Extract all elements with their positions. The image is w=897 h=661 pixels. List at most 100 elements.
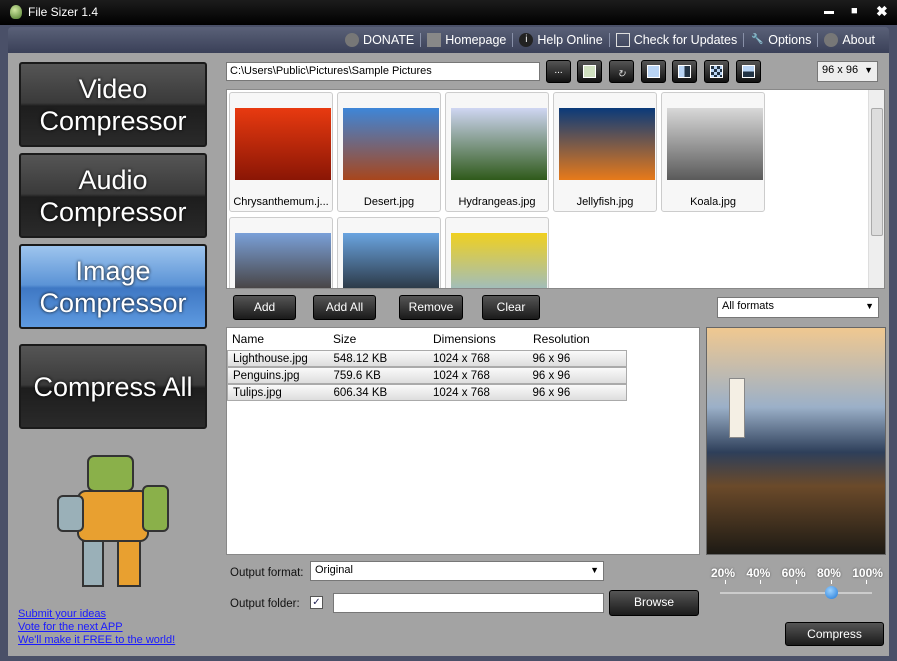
column-dimensions[interactable]: Dimensions: [428, 332, 528, 346]
table-cell: 548.12 KB: [333, 352, 388, 365]
thumbnail-item[interactable]: Koala.jpg: [661, 92, 765, 212]
chevron-down-icon: ▼: [865, 301, 874, 311]
output-format-select[interactable]: Original ▼: [310, 561, 604, 581]
view-large-icon[interactable]: [641, 60, 666, 83]
menu-label: Homepage: [445, 33, 507, 47]
close-button[interactable]: ✖: [876, 3, 888, 20]
table-row[interactable]: Tulips.jpg 606.34 KB 1024 x 768 96 x 96: [227, 384, 627, 401]
menu-label: Options: [768, 33, 812, 47]
thumbnail-size-value: 96 x 96: [822, 64, 859, 76]
thumbnail-size-select[interactable]: 96 x 96 ▼: [817, 61, 878, 82]
thumbnail-scrollbar[interactable]: [868, 90, 884, 288]
view-grid-icon[interactable]: [704, 60, 729, 83]
thumbnail-caption: Hydrangeas.jpg: [458, 196, 536, 208]
compress-all-button[interactable]: Compress All: [19, 344, 207, 429]
thumbnail-item[interactable]: Tulips.jpg: [445, 217, 549, 288]
title-bar: File Sizer 1.4 ▬ ■ ✖: [0, 0, 897, 25]
thumbnail-item[interactable]: Penguins.jpg: [337, 217, 441, 288]
column-resolution[interactable]: Resolution: [528, 332, 627, 346]
thumbnail-item[interactable]: Chrysanthemum.j...: [229, 92, 333, 212]
table-cell: 96 x 96: [532, 352, 571, 365]
thumbnail-grid: Tulips.jpgPenguins.jpgLighthouse.jpg Koal…: [226, 89, 885, 289]
thumbnail-item[interactable]: Jellyfish.jpg: [553, 92, 657, 212]
thumbnail-image: [343, 233, 439, 288]
tick-label: 100%: [852, 566, 883, 580]
chevron-down-icon: ▼: [590, 565, 599, 575]
table-cell: 759.6 KB: [333, 369, 381, 382]
app-logo-icon: [10, 5, 22, 19]
home-icon: [427, 33, 442, 47]
thumbnail-image: [451, 233, 547, 288]
format-filter-value: All formats: [722, 300, 774, 312]
maximize-button[interactable]: ■: [851, 5, 858, 17]
thumbnail-item[interactable]: Hydrangeas.jpg: [445, 92, 549, 212]
view-split-icon[interactable]: [672, 60, 697, 83]
minimize-button[interactable]: ▬: [824, 6, 834, 17]
column-name[interactable]: Name: [227, 332, 328, 346]
thumbnail-image: [559, 108, 655, 180]
thumbnail-image: [235, 108, 331, 180]
table-cell: 1024 x 768: [433, 386, 490, 399]
video-compressor-button[interactable]: Video Compressor: [19, 62, 207, 147]
table-cell: 1024 x 768: [433, 369, 490, 382]
menu-label: Check for Updates: [633, 33, 738, 47]
format-filter-select[interactable]: All formats ▼: [717, 297, 879, 318]
menu-about[interactable]: About: [817, 33, 881, 47]
image-compressor-button[interactable]: Image Compressor: [19, 244, 207, 329]
table-row[interactable]: Lighthouse.jpg 548.12 KB 1024 x 768 96 x 96: [227, 350, 627, 367]
menu-label: Help Online: [537, 33, 603, 47]
main-panel: Video Compressor Audio Compressor Image …: [8, 53, 889, 656]
tick-label: 40%: [746, 566, 771, 580]
output-folder-checkbox[interactable]: ✓: [310, 596, 323, 609]
thumbnail-image: [667, 108, 763, 180]
thumbnail-image: [235, 233, 331, 288]
robot-mascot-image: [57, 455, 169, 587]
add-all-button[interactable]: Add All: [313, 295, 376, 320]
menu-homepage[interactable]: Homepage: [420, 33, 512, 47]
output-folder-input[interactable]: [333, 593, 604, 613]
remove-button[interactable]: Remove: [399, 295, 463, 320]
table-cell: Tulips.jpg: [233, 386, 282, 399]
output-format-value: Original: [315, 564, 353, 576]
window-title: File Sizer 1.4: [28, 5, 99, 19]
vote-next-app-link[interactable]: Vote for the next APP: [18, 621, 175, 634]
browse-folder-button[interactable]: ...: [546, 60, 571, 83]
table-cell: 606.34 KB: [333, 386, 388, 399]
add-folder-icon[interactable]: [577, 60, 602, 83]
output-folder-label: Output folder:: [230, 598, 300, 610]
thumbnail-caption: Koala.jpg: [690, 196, 736, 208]
menu-help-online[interactable]: i Help Online: [512, 33, 608, 47]
quality-slider-track[interactable]: [720, 592, 872, 594]
table-row[interactable]: Penguins.jpg 759.6 KB 1024 x 768 96 x 96: [227, 367, 627, 384]
about-icon: [824, 33, 839, 47]
menu-options[interactable]: 🔧 Options: [743, 33, 817, 47]
donate-icon: [345, 33, 360, 47]
lighthouse-shape: [729, 378, 745, 438]
view-list-icon[interactable]: [736, 60, 761, 83]
menu-check-updates[interactable]: Check for Updates: [608, 33, 744, 47]
thumbnail-item[interactable]: Lighthouse.jpg: [229, 217, 333, 288]
thumbnail-item[interactable]: Desert.jpg: [337, 92, 441, 212]
quality-slider-handle[interactable]: [824, 586, 838, 599]
menu-bar: DONATE Homepage i Help Online Check for U…: [8, 27, 889, 53]
column-size[interactable]: Size: [328, 332, 428, 346]
folder-path-input[interactable]: C:\Users\Public\Pictures\Sample Pictures: [226, 62, 540, 81]
updates-icon: [615, 33, 630, 47]
clear-button[interactable]: Clear: [482, 295, 540, 320]
table-header: Name Size Dimensions Resolution: [227, 328, 699, 350]
audio-compressor-button[interactable]: Audio Compressor: [19, 153, 207, 238]
image-preview: [706, 327, 886, 555]
refresh-icon[interactable]: ↻: [609, 60, 634, 83]
add-button[interactable]: Add: [233, 295, 296, 320]
submit-ideas-link[interactable]: Submit your ideas: [18, 608, 175, 621]
thumbnail-caption: Chrysanthemum.j...: [233, 196, 329, 208]
thumbnail-image: [343, 108, 439, 180]
table-cell: 1024 x 768: [433, 352, 490, 365]
menu-donate[interactable]: DONATE: [339, 33, 420, 47]
footer-links: Submit your ideas Vote for the next APP …: [18, 608, 175, 647]
free-to-world-link[interactable]: We'll make it FREE to the world!: [18, 634, 175, 647]
compress-button[interactable]: Compress: [785, 622, 884, 646]
table-cell: Penguins.jpg: [233, 369, 300, 382]
browse-button[interactable]: Browse: [609, 590, 699, 616]
tick-label: 80%: [816, 566, 841, 580]
